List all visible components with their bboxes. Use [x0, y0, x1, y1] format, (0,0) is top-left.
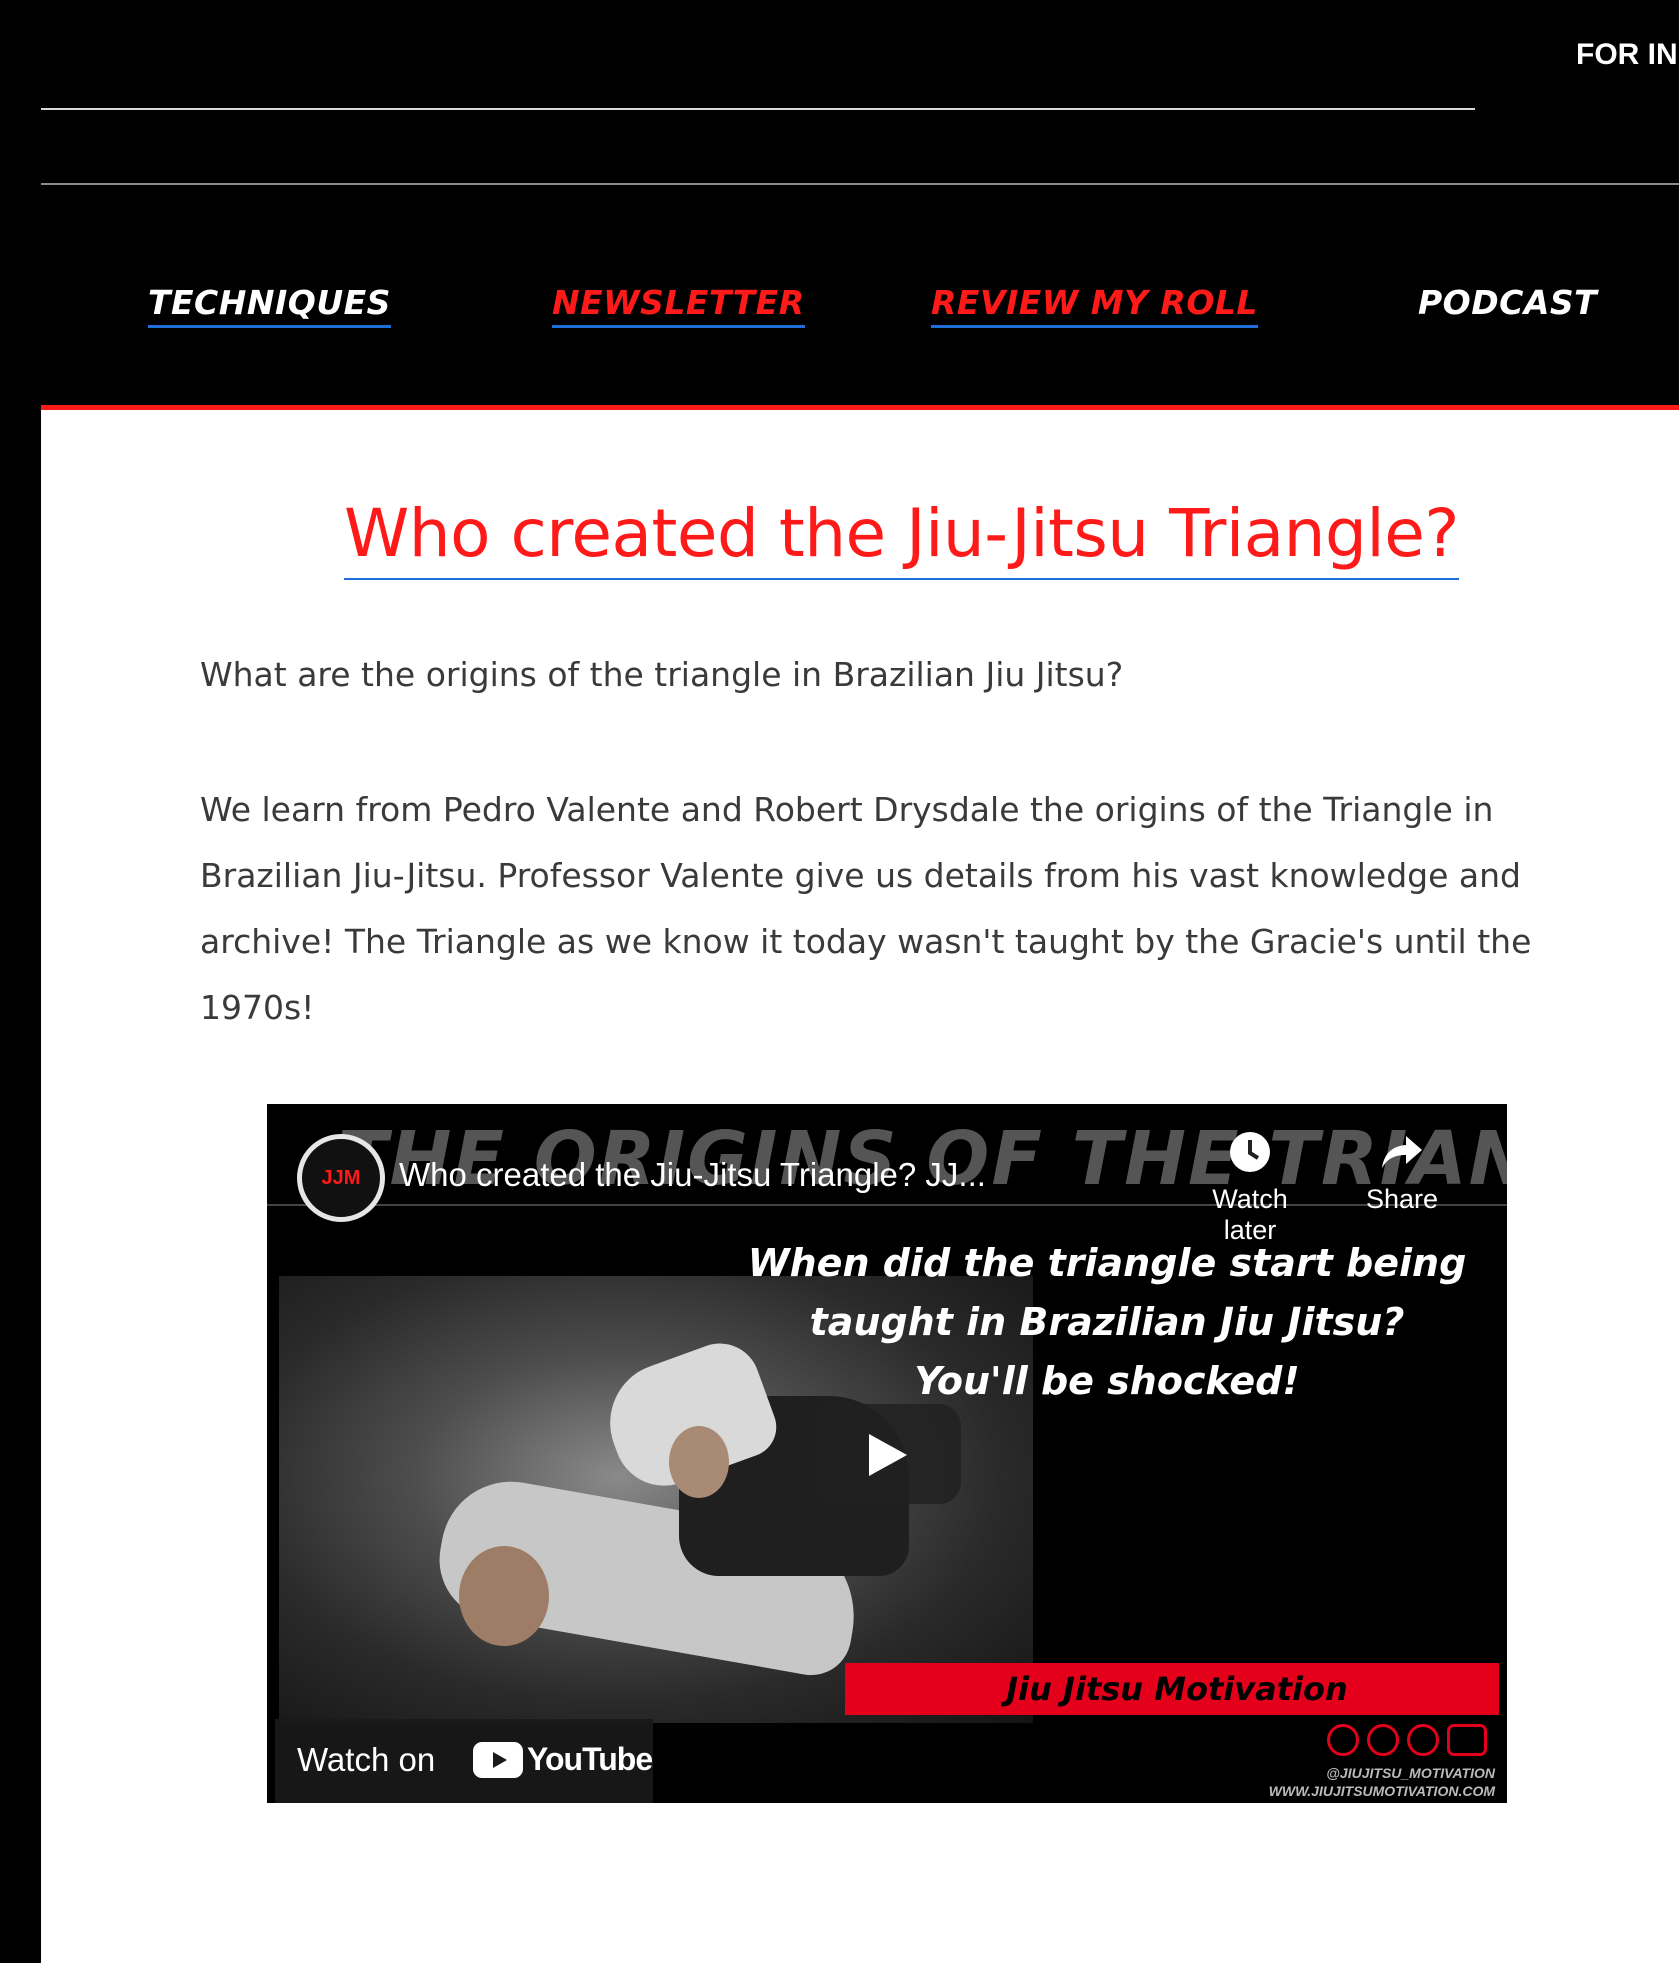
header-top-link[interactable]: FOR IN	[1576, 38, 1678, 72]
page: FOR IN TECHNIQUES NEWSLETTER REVIEW MY R…	[0, 0, 1679, 1963]
video-embed[interactable]: THE ORIGINS OF THE TRIANGLE JJM Who crea…	[267, 1104, 1507, 1803]
header-divider-2	[41, 183, 1679, 185]
nav-item-podcast[interactable]: PODCAST	[1418, 283, 1597, 325]
play-icon	[869, 1434, 907, 1476]
star-icon	[1407, 1724, 1439, 1756]
video-footer-text: @JIUJITSU_MOTIVATION WWW.JIUJITSUMOTIVAT…	[1269, 1764, 1495, 1800]
video-caption-line-2: taught in Brazilian Jiu Jitsu?	[809, 1300, 1405, 1344]
footer-site: WWW.JIUJITSUMOTIVATION.COM	[1268, 1783, 1495, 1799]
watch-later-button[interactable]: Watch later	[1195, 1128, 1305, 1246]
video-caption-line-3: You'll be shocked!	[914, 1359, 1300, 1403]
header-divider-1	[41, 108, 1475, 110]
youtube-wordmark: YouTube	[527, 1741, 653, 1777]
youtube-logo: YouTube	[473, 1741, 653, 1778]
share-icon	[1382, 1136, 1422, 1168]
watch-on-youtube-button[interactable]: Watch on YouTube	[275, 1719, 653, 1803]
channel-banner: Jiu Jitsu Motivation	[845, 1663, 1499, 1715]
nav-item-newsletter[interactable]: NEWSLETTER	[552, 283, 805, 328]
watch-on-label: Watch on	[297, 1741, 436, 1778]
nav-item-techniques[interactable]: TECHNIQUES	[148, 283, 391, 328]
footer-handle: @JIUJITSU_MOTIVATION	[1326, 1765, 1495, 1781]
article-question: What are the origins of the triangle in …	[200, 655, 1124, 694]
spotify-icon	[1367, 1724, 1399, 1756]
article-title[interactable]: Who created the Jiu-Jitsu Triangle?	[344, 495, 1459, 580]
youtube-play-icon	[473, 1741, 523, 1778]
article-content: Who created the Jiu-Jitsu Triangle? What…	[41, 405, 1679, 1963]
social-icons	[1327, 1724, 1487, 1756]
video-divider	[267, 1204, 1507, 1206]
share-label: Share	[1365, 1184, 1439, 1214]
clock-icon	[1230, 1132, 1270, 1172]
video-title[interactable]: Who created the Jiu-Jitsu Triangle? JJ..…	[399, 1156, 986, 1194]
video-caption-line-1: When did the triangle start being	[747, 1241, 1467, 1285]
share-button[interactable]: Share	[1347, 1128, 1457, 1215]
nav-item-review-my-roll[interactable]: REVIEW MY ROLL	[931, 283, 1258, 328]
video-caption: When did the triangle start being taught…	[737, 1234, 1477, 1411]
podcast-icon	[1327, 1724, 1359, 1756]
youtube-icon	[1447, 1724, 1487, 1756]
play-button[interactable]	[815, 1404, 961, 1504]
article-body: We learn from Pedro Valente and Robert D…	[200, 790, 1532, 1027]
channel-logo[interactable]: JJM	[297, 1134, 385, 1222]
